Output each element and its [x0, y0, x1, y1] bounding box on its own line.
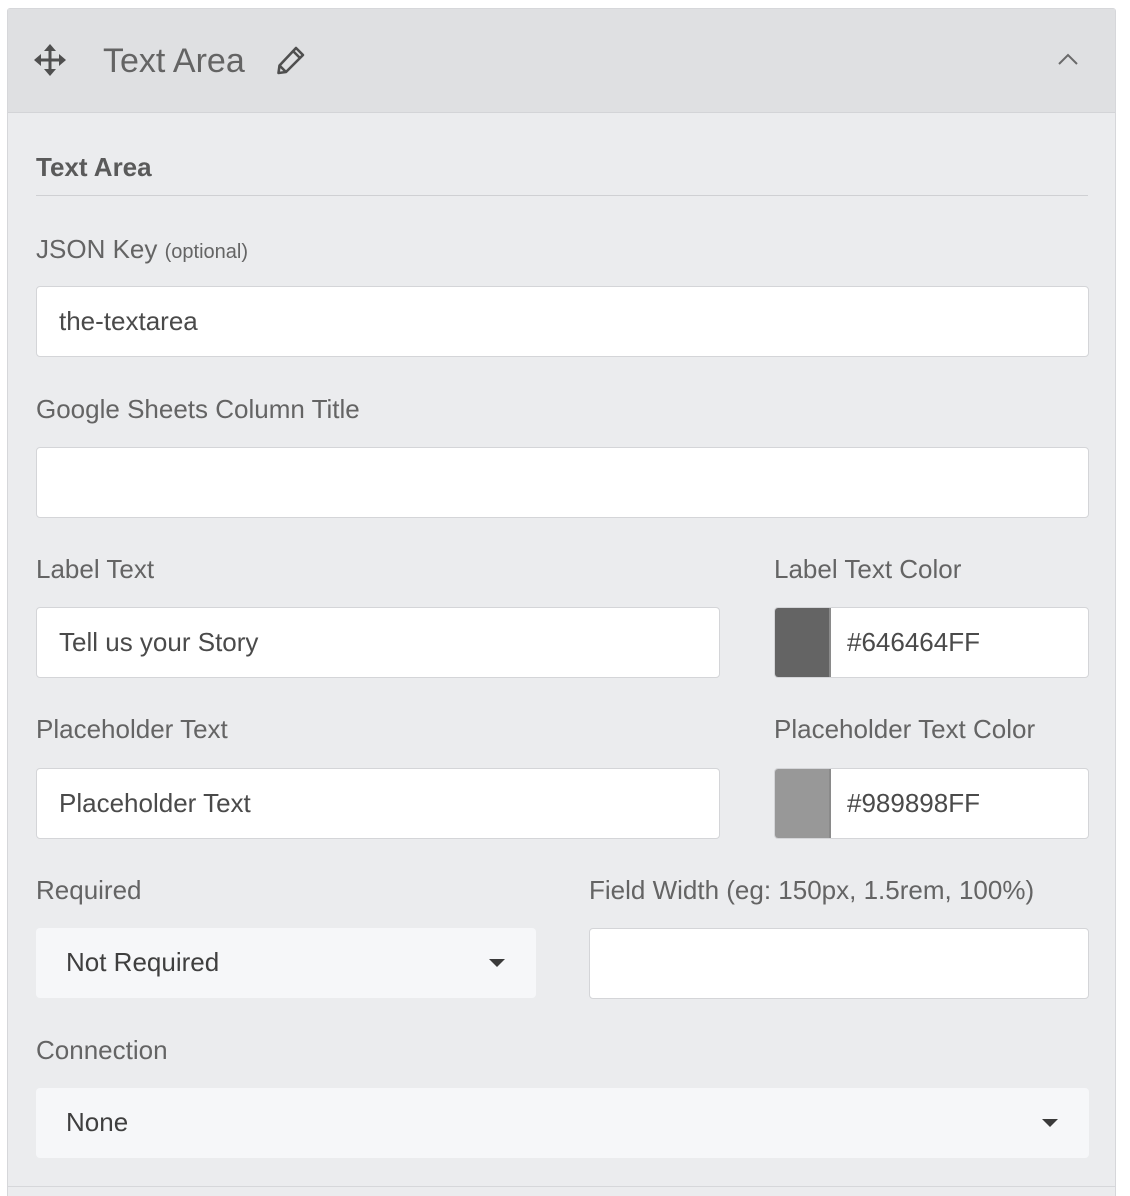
placeholder-text-input[interactable]	[36, 768, 720, 839]
caret-down-icon	[1042, 1119, 1058, 1127]
json-key-label: JSON Key (optional)	[36, 233, 248, 268]
label-text-color-value[interactable]: #646464FF	[847, 626, 980, 658]
required-select[interactable]: Not Required	[36, 928, 536, 998]
connection-select[interactable]: None	[36, 1088, 1089, 1158]
label-text-color-label: Label Text Color	[774, 554, 962, 584]
json-key-label-text: JSON Key	[36, 234, 158, 264]
label-text-color-field[interactable]: #646464FF	[774, 607, 1089, 678]
section-title: Text Area	[36, 152, 152, 182]
placeholder-text-color-field[interactable]: #989898FF	[774, 768, 1089, 839]
pencil-icon[interactable]	[276, 45, 306, 75]
sheets-column-input[interactable]	[36, 447, 1089, 518]
label-text-label: Label Text	[36, 554, 155, 584]
connection-selected-value: None	[66, 1107, 129, 1137]
placeholder-text-label: Placeholder Text	[36, 714, 228, 744]
json-key-optional-hint: (optional)	[164, 241, 248, 263]
chevron-up-icon[interactable]	[1057, 51, 1079, 67]
label-text-color-swatch[interactable]	[775, 608, 831, 677]
required-selected-value: Not Required	[66, 947, 220, 977]
section-divider	[36, 195, 1088, 196]
move-arrows-icon[interactable]	[34, 44, 66, 76]
panel-bottom-divider	[7, 1186, 1116, 1187]
json-key-input[interactable]	[36, 286, 1089, 357]
connection-label: Connection	[36, 1035, 168, 1065]
placeholder-text-color-swatch[interactable]	[775, 769, 831, 838]
sheets-column-label: Google Sheets Column Title	[36, 394, 360, 424]
label-text-input[interactable]	[36, 607, 720, 678]
field-width-input[interactable]	[589, 928, 1089, 999]
panel-title: Text Area	[103, 42, 245, 80]
required-label: Required	[36, 875, 142, 905]
placeholder-text-color-value[interactable]: #989898FF	[847, 787, 980, 819]
panel-header[interactable]: Text Area	[8, 9, 1115, 113]
field-width-label: Field Width (eg: 150px, 1.5rem, 100%)	[589, 875, 1035, 905]
text-area-panel: Text Area Text Area JSON Key (optional) …	[7, 8, 1116, 1196]
placeholder-text-color-label: Placeholder Text Color	[774, 714, 1036, 744]
caret-down-icon	[489, 959, 505, 967]
